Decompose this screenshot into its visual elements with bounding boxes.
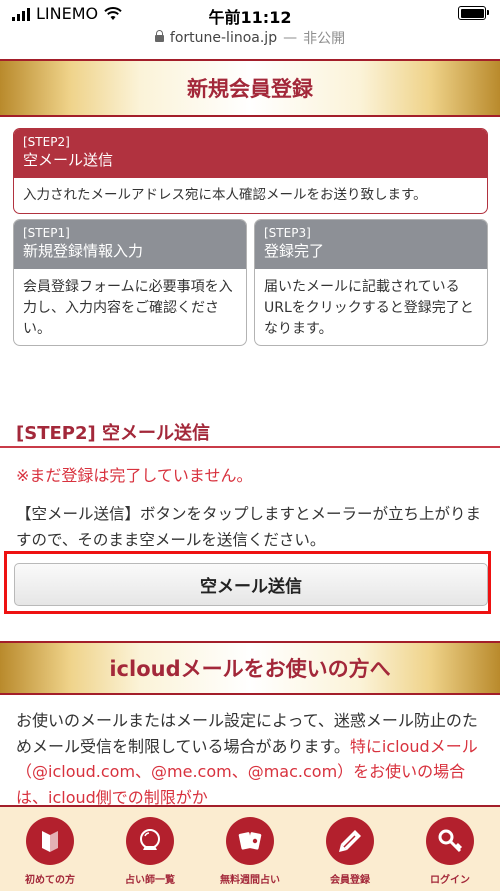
pen-icon — [326, 817, 374, 865]
battery-icon — [458, 6, 489, 20]
tab-label: ログイン — [430, 875, 470, 886]
tab-label: 無料週間占い — [220, 875, 280, 886]
section-divider — [0, 446, 500, 448]
page-title: 新規会員登録 — [0, 59, 500, 117]
instruction-text: 【空メール送信】ボタンをタップしますとメーラーが立ち上がりますので、そのまま空メ… — [16, 505, 482, 549]
status-bar: LINEMO 午前11:12 — [0, 0, 500, 27]
url-bar[interactable]: fortune-linoa.jp — 非公開 — [0, 26, 500, 50]
url-separator: — — [283, 30, 298, 46]
tab-label: 占い師一覧 — [125, 875, 175, 886]
tab-login[interactable]: ログイン — [400, 807, 500, 891]
step-title: 新規登録情報入力 — [23, 242, 144, 260]
tab-beginner[interactable]: 初めての方 — [0, 807, 100, 891]
step-card-header: [STEP1] 新規登録情報入力 — [14, 220, 246, 269]
step-description: 会員登録フォームに必要事項を入力し、入力内容をご確認ください。 — [23, 279, 233, 337]
tab-register[interactable]: 会員登録 — [300, 807, 400, 891]
step-number: [STEP2] — [23, 135, 70, 149]
step-card-header: [STEP3] 登録完了 — [255, 220, 487, 269]
section-title: [STEP2] 空メール送信 — [16, 423, 210, 444]
icloud-heading: icloudメールをお使いの方へ — [0, 641, 500, 695]
step-title: 登録完了 — [264, 242, 325, 260]
url-text: fortune-linoa.jp — [169, 30, 278, 46]
icloud-text: お使いのメールまたはメール設定によって、迷惑メール防止のためメール受信を制限して… — [16, 708, 490, 810]
step-card-header: [STEP2] 空メール送信 — [14, 129, 487, 178]
tab-fortune-tellers[interactable]: 占い師一覧 — [100, 807, 200, 891]
step-description: 入力されたメールアドレス宛に本人確認メールをお送り致します。 — [23, 187, 427, 203]
step-description: 届いたメールに記載されているURLをクリックすると登録完了となります。 — [264, 279, 474, 337]
step-number: [STEP1] — [23, 226, 70, 240]
tab-label: 会員登録 — [330, 875, 370, 886]
step-card-active: [STEP2] 空メール送信 入力されたメールアドレス宛に本人確認メールをお送り… — [13, 128, 488, 214]
beginner-mark-icon — [26, 817, 74, 865]
bottom-tab-bar: 初めての方 占い師一覧 無料週間占い 会員登録 ログイン — [0, 805, 500, 891]
send-empty-mail-button[interactable]: 空メール送信 — [14, 563, 488, 606]
step-title: 空メール送信 — [23, 151, 114, 169]
status-time: 午前11:12 — [208, 8, 292, 27]
key-icon — [426, 817, 474, 865]
crystal-ball-icon — [126, 817, 174, 865]
tab-label: 初めての方 — [25, 875, 75, 886]
tab-weekly-fortune[interactable]: 無料週間占い — [200, 807, 300, 891]
lock-icon — [154, 30, 164, 45]
step-card-3: [STEP3] 登録完了 届いたメールに記載されているURLをクリックすると登録… — [254, 219, 488, 346]
step-card-1: [STEP1] 新規登録情報入力 会員登録フォームに必要事項を入力し、入力内容を… — [13, 219, 247, 346]
url-privacy: 非公開 — [303, 31, 346, 47]
step-number: [STEP3] — [264, 226, 311, 240]
tarot-cards-icon — [226, 817, 274, 865]
registration-notice: ※まだ登録は完了していません。 — [16, 466, 253, 485]
